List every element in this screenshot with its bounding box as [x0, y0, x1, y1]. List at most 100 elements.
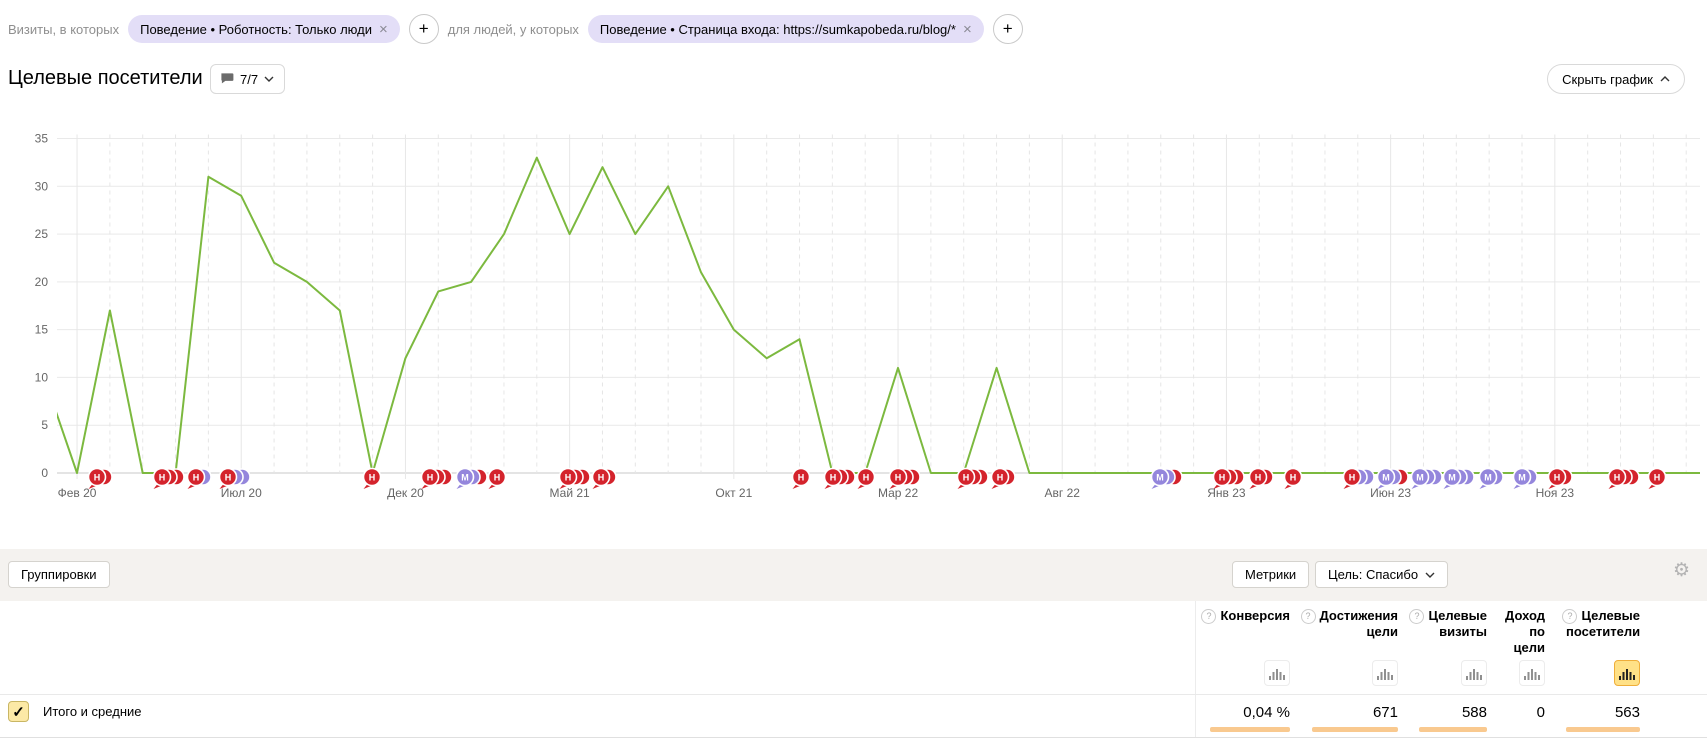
note-marker-red[interactable]: Н [858, 469, 875, 490]
segment-filter-bar: Визиты, в которых Поведение • Роботность… [8, 14, 1023, 44]
add-visit-filter-button[interactable]: + [409, 14, 439, 44]
comments-dropdown-button[interactable]: 7/7 [210, 64, 285, 94]
metric-bars-toggle[interactable] [1372, 660, 1398, 686]
note-marker-red[interactable]: Н [154, 469, 185, 490]
filter-chip-robots[interactable]: Поведение • Роботность: Только люди × [128, 15, 400, 43]
note-marker-red[interactable]: Н [188, 469, 212, 490]
column-goal-visits: ? Целевые визиты 588 [1419, 601, 1487, 640]
note-marker-red[interactable]: Н [825, 469, 856, 490]
x-axis-label: Окт 21 [715, 486, 752, 500]
filter-prefix-label: Визиты, в которых [8, 22, 119, 37]
metric-bars-toggle[interactable] [1519, 660, 1545, 686]
note-letter: Н [830, 473, 837, 483]
help-icon[interactable]: ? [1201, 609, 1216, 624]
note-marker-red[interactable]: Н [958, 469, 989, 490]
totals-label: Итого и средние [43, 704, 141, 719]
note-letter: Н [193, 473, 200, 483]
note-marker-purple[interactable]: М [1480, 469, 1504, 490]
totals-checkbox[interactable]: ✓ [8, 701, 29, 722]
total-goal-visitors-value[interactable]: 563 [1615, 704, 1640, 721]
total-goal-revenue-value[interactable]: 0 [1537, 704, 1545, 721]
note-letter: Н [94, 473, 101, 483]
goal-label: Цель: Спасибо [1328, 567, 1418, 582]
note-marker-red[interactable]: Н [593, 469, 617, 490]
note-marker-red[interactable]: Н [422, 469, 453, 490]
share-bar [1312, 727, 1398, 732]
x-axis-label: Мар 22 [878, 486, 918, 500]
chart-header: Целевые посетители 7/7 Скрыть график [8, 64, 1685, 98]
note-marker-red[interactable]: Н [364, 469, 381, 490]
page-title: Целевые посетители [8, 67, 203, 90]
metric-bars-toggle-selected[interactable] [1614, 660, 1640, 686]
column-header: ? Целевые визиты [1419, 601, 1487, 640]
note-marker-red[interactable]: Н [793, 469, 810, 490]
metrics-table: ✓ Итого и средние ? Конверсия 0,04 % ? Д… [0, 601, 1707, 740]
hide-chart-label: Скрыть график [1562, 72, 1653, 87]
note-marker-red[interactable]: Н [1609, 469, 1640, 490]
table-toolbar: Группировки Метрики Цель: Спасибо ⚙ [0, 549, 1707, 601]
total-goal-reaches-value[interactable]: 671 [1373, 704, 1398, 721]
filter-chip-robots-label: Поведение • Роботность: Только люди [140, 22, 372, 37]
metrics-label: Метрики [1245, 567, 1296, 582]
note-marker-red[interactable]: Н [89, 469, 113, 490]
help-icon[interactable]: ? [1562, 609, 1577, 624]
close-icon[interactable]: × [963, 22, 972, 37]
total-goal-visits-value[interactable]: 588 [1462, 704, 1487, 721]
note-letter: М [1156, 473, 1164, 483]
column-header: Доход по цели [1499, 601, 1545, 656]
note-marker-purple[interactable]: М [1412, 469, 1443, 490]
x-axis-label: Авг 22 [1045, 486, 1081, 500]
metric-bars-toggle[interactable] [1461, 660, 1487, 686]
help-icon[interactable]: ? [1409, 609, 1424, 624]
column-header-line: визиты [1419, 624, 1487, 640]
gear-icon[interactable]: ⚙ [1673, 559, 1690, 582]
note-marker-purple[interactable]: М [1152, 469, 1183, 490]
y-axis-label: 25 [35, 227, 49, 241]
groupings-button[interactable]: Группировки [8, 561, 110, 588]
note-letter: Н [1219, 473, 1226, 483]
x-axis-label: Дек 20 [387, 486, 424, 500]
column-header-line: Конверсия [1220, 608, 1290, 624]
column-header: ? Целевые посетители [1566, 601, 1640, 640]
note-letter: Н [1614, 473, 1621, 483]
note-marker-red[interactable]: Н [489, 469, 506, 490]
note-letter: М [1518, 473, 1526, 483]
note-letter: М [461, 473, 469, 483]
note-marker-purple[interactable]: М [1444, 469, 1475, 490]
add-user-filter-button[interactable]: + [993, 14, 1023, 44]
x-axis-label: Май 21 [550, 486, 591, 500]
chevron-down-icon [1425, 572, 1435, 578]
note-marker-purple[interactable]: М [457, 469, 488, 490]
x-axis-label: Янв 23 [1207, 486, 1246, 500]
x-axis-label: Июл 20 [221, 486, 262, 500]
metric-bars-toggle[interactable] [1264, 660, 1290, 686]
note-letter: Н [159, 473, 166, 483]
note-marker-red[interactable]: Н [1285, 469, 1302, 490]
y-axis-label: 35 [35, 132, 49, 146]
note-letter: Н [1255, 473, 1262, 483]
note-letter: Н [369, 473, 376, 483]
y-axis-label: 30 [35, 179, 49, 193]
note-marker-purple[interactable]: М [1514, 469, 1538, 490]
filter-middle-label: для людей, у которых [448, 22, 579, 37]
goal-select-button[interactable]: Цель: Спасибо [1315, 561, 1448, 588]
comment-bubble-icon [221, 73, 234, 85]
y-axis-label: 5 [41, 418, 48, 432]
column-goal-revenue: Доход по цели 0 [1499, 601, 1545, 656]
column-conversion: ? Конверсия 0,04 % [1210, 601, 1290, 624]
note-letter: М [1484, 473, 1492, 483]
note-marker-red[interactable]: Н [992, 469, 1016, 490]
close-icon[interactable]: × [379, 22, 388, 37]
filter-chip-landing-page[interactable]: Поведение • Страница входа: https://sumk… [588, 15, 984, 43]
help-icon[interactable]: ? [1301, 609, 1316, 624]
note-letter: Н [963, 473, 970, 483]
note-marker-red[interactable]: Н [1649, 469, 1666, 490]
metrics-button[interactable]: Метрики [1232, 561, 1309, 588]
hide-chart-button[interactable]: Скрыть график [1547, 64, 1685, 94]
column-header-line: Доход [1499, 608, 1545, 624]
total-conversion-value[interactable]: 0,04 % [1243, 704, 1290, 721]
y-axis-label: 15 [35, 323, 49, 337]
totals-row-bottom-border [0, 737, 1707, 738]
note-marker-red[interactable]: Н [1250, 469, 1274, 490]
metrica-dashboard: Визиты, в которых Поведение • Роботность… [0, 0, 1707, 740]
